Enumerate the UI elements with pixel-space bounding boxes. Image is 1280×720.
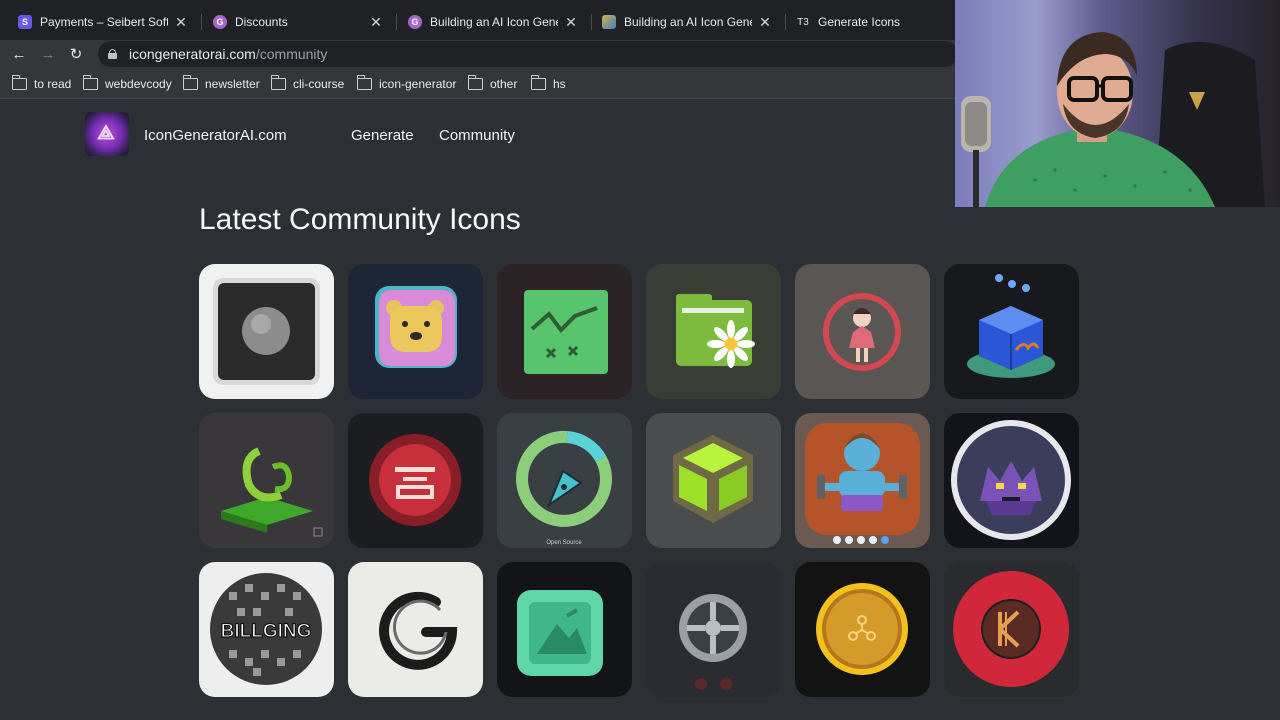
folder-icon	[182, 75, 198, 90]
girl-circle-icon[interactable]	[795, 264, 930, 399]
billging-pixel-icon[interactable]: BILLGING	[199, 562, 334, 697]
logo-mark-icon: ⟁	[97, 122, 115, 144]
pen-nib-ring-icon[interactable]: Open Source	[497, 413, 632, 548]
image-favicon-icon	[602, 15, 616, 29]
gumroad-favicon-icon: G	[213, 15, 227, 29]
tab-separator	[201, 14, 202, 30]
folder-icon	[270, 75, 286, 90]
close-icon[interactable]: ✕	[564, 14, 578, 31]
bookmark-label: icon-generator	[379, 77, 457, 91]
folder-icon	[356, 75, 372, 90]
t3-favicon-icon: T3	[797, 16, 809, 28]
stripe-favicon-icon: S	[18, 15, 32, 29]
bookmark-label: webdevcody	[105, 77, 172, 91]
nav-community[interactable]: Community	[439, 127, 515, 144]
close-icon[interactable]: ✕	[369, 14, 383, 31]
url-domain: icongeneratorai.com	[129, 46, 256, 62]
folder-icon	[11, 75, 27, 90]
red-pixel-badge-icon[interactable]	[348, 413, 483, 548]
tab-building-ai-icon-1[interactable]: G Building an AI Icon Generat ✕	[398, 6, 588, 38]
bookmark-label: cli-course	[293, 77, 345, 91]
bookmark-label: newsletter	[205, 77, 260, 91]
close-icon[interactable]: ✕	[174, 14, 188, 31]
tab-generate-icons[interactable]: T3 Generate Icons	[786, 6, 954, 38]
swoosh-g-icon[interactable]	[348, 562, 483, 697]
tab-label: Payments – Seibert Softwa	[40, 15, 168, 29]
folder-icon	[467, 75, 483, 90]
red-k-badge-icon[interactable]	[944, 562, 1079, 697]
reload-icon[interactable]: ↻	[66, 44, 86, 64]
purple-pixel-monster-icon[interactable]	[944, 413, 1079, 548]
forward-icon[interactable]: →	[38, 44, 58, 64]
tile-caption: Open Source	[546, 540, 582, 546]
blue-cube-icon[interactable]	[944, 264, 1079, 399]
folder-icon	[82, 75, 98, 90]
bookmark-folder[interactable]: webdevcody	[82, 75, 172, 92]
close-icon[interactable]: ✕	[758, 14, 772, 31]
bookmark-label: hs	[553, 77, 566, 91]
url-path: /community	[255, 46, 328, 62]
tab-building-ai-icon-2[interactable]: Building an AI Icon Generat ✕	[592, 6, 782, 38]
page-title: Latest Community Icons	[199, 203, 521, 236]
bookmark-folder[interactable]: newsletter	[182, 75, 260, 92]
silver-wheel-icon[interactable]	[646, 562, 781, 697]
folder-icon	[530, 75, 546, 90]
bookmark-label: to read	[34, 77, 72, 91]
folder-daisy-icon[interactable]	[646, 264, 781, 399]
bookmark-folder[interactable]: cli-course	[270, 75, 345, 92]
site-logo[interactable]: ⟁	[85, 112, 129, 156]
teal-square-icon[interactable]	[497, 562, 632, 697]
tab-label: Building an AI Icon Generat	[624, 15, 752, 29]
green-chart-icon[interactable]	[497, 264, 632, 399]
tab-label: Generate Icons	[818, 15, 901, 29]
bookmark-folder[interactable]: to read	[11, 75, 72, 92]
tab-label: Building an AI Icon Generat	[430, 15, 558, 29]
webcam-overlay	[955, 0, 1280, 207]
tab-payments[interactable]: S Payments – Seibert Softwa ✕	[8, 6, 198, 38]
bear-face-icon[interactable]	[348, 264, 483, 399]
tab-discounts[interactable]: G Discounts ✕	[203, 6, 393, 38]
presenter-video-icon	[955, 0, 1280, 207]
back-icon[interactable]: ←	[9, 44, 29, 64]
lock-icon	[108, 49, 117, 59]
bookmark-folder[interactable]: hs	[530, 75, 566, 92]
green-swirl-icon[interactable]	[199, 413, 334, 548]
address-bar[interactable]: icongeneratorai.com/community	[98, 41, 958, 67]
tile-caption: BILLGING	[221, 621, 312, 642]
nav-generate[interactable]: Generate	[351, 127, 414, 144]
lime-cube-icon[interactable]	[646, 413, 781, 548]
bookmark-folder[interactable]: icon-generator	[356, 75, 457, 92]
pixel-moon-icon[interactable]	[199, 264, 334, 399]
brand-name[interactable]: IconGeneratorAI.com	[144, 127, 287, 144]
gumroad-favicon-icon: G	[408, 15, 422, 29]
bookmark-folder[interactable]: other	[467, 75, 518, 92]
tab-label: Discounts	[235, 15, 288, 29]
gold-coin-icon[interactable]	[795, 562, 930, 697]
bookmark-label: other	[490, 77, 518, 91]
blue-strongman-icon[interactable]	[795, 413, 930, 548]
tab-separator	[396, 14, 397, 30]
